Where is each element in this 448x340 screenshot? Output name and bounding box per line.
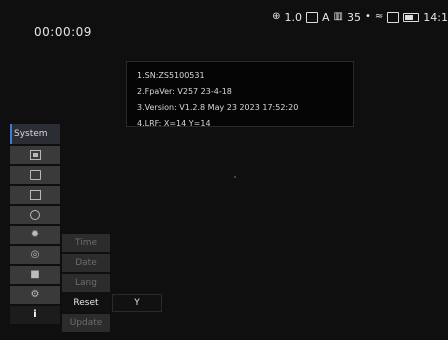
system-submenu: Time Date Lang Reset Update bbox=[62, 234, 110, 334]
menu-item-record[interactable] bbox=[10, 166, 60, 184]
info-lrf: 4.LRF: X=14 Y=14 bbox=[137, 119, 211, 128]
submenu-item-time[interactable]: Time bbox=[62, 234, 110, 252]
wifi-icon: ≈ bbox=[374, 11, 384, 22]
reset-confirm-value[interactable]: Y bbox=[112, 294, 162, 312]
sensor-value: 35 bbox=[347, 10, 361, 24]
folder-icon: ■ bbox=[30, 269, 40, 280]
record-icon bbox=[29, 170, 41, 180]
target-icon bbox=[30, 210, 40, 220]
menu-item-language[interactable]: ◎ bbox=[10, 246, 60, 264]
palette-icon: ▥ bbox=[333, 11, 343, 22]
status-bar: ⊕ 1.0 A ▥ 35 • ≈ 14:1 bbox=[272, 7, 448, 27]
camera-mode-icon bbox=[306, 11, 319, 23]
brightness-icon: ✹ bbox=[30, 229, 40, 240]
submenu-item-date[interactable]: Date bbox=[62, 254, 110, 272]
main-menu: System ✹ ◎ ■ ⚙ i bbox=[10, 124, 60, 324]
zoom-level: 1.0 bbox=[284, 10, 303, 24]
menu-item-image[interactable] bbox=[10, 146, 60, 164]
recording-timer: 00:00:09 bbox=[34, 25, 92, 39]
globe-icon: ◎ bbox=[30, 249, 40, 260]
info-firmware-version: 3.Version: V1.2.8 May 23 2023 17:52:20 bbox=[137, 103, 299, 112]
submenu-item-lang[interactable]: Lang bbox=[62, 274, 110, 292]
menu-item-files[interactable]: ■ bbox=[10, 266, 60, 284]
submenu-item-reset[interactable]: Reset bbox=[62, 294, 110, 312]
menu-item-photo[interactable] bbox=[10, 186, 60, 204]
device-info-panel: 1.SN:ZS5100531 2.FpaVer: V257 23-4-18 3.… bbox=[126, 61, 354, 128]
clock-time: 14:1 bbox=[423, 10, 448, 24]
mic-icon: • bbox=[365, 11, 371, 22]
storage-icon bbox=[387, 11, 400, 23]
menu-item-brightness[interactable]: ✹ bbox=[10, 226, 60, 244]
menu-header-system[interactable]: System bbox=[10, 124, 60, 144]
submenu-item-update[interactable]: Update bbox=[62, 314, 110, 332]
menu-item-target[interactable] bbox=[10, 206, 60, 224]
info-serial: 1.SN:ZS5100531 bbox=[137, 71, 205, 80]
battery-icon bbox=[403, 12, 420, 22]
reticle-dot bbox=[234, 176, 236, 178]
menu-item-settings[interactable]: ⚙ bbox=[10, 286, 60, 304]
photo-icon bbox=[29, 190, 41, 200]
settings-icon: ⚙ bbox=[30, 289, 40, 300]
menu-item-info[interactable]: i bbox=[10, 306, 60, 324]
zoom-icon: ⊕ bbox=[272, 11, 281, 22]
info-fpa-version: 2.FpaVer: V257 23-4-18 bbox=[137, 87, 232, 96]
image-icon bbox=[29, 150, 41, 160]
mode-indicator: A bbox=[322, 10, 330, 24]
info-icon: i bbox=[33, 309, 37, 320]
